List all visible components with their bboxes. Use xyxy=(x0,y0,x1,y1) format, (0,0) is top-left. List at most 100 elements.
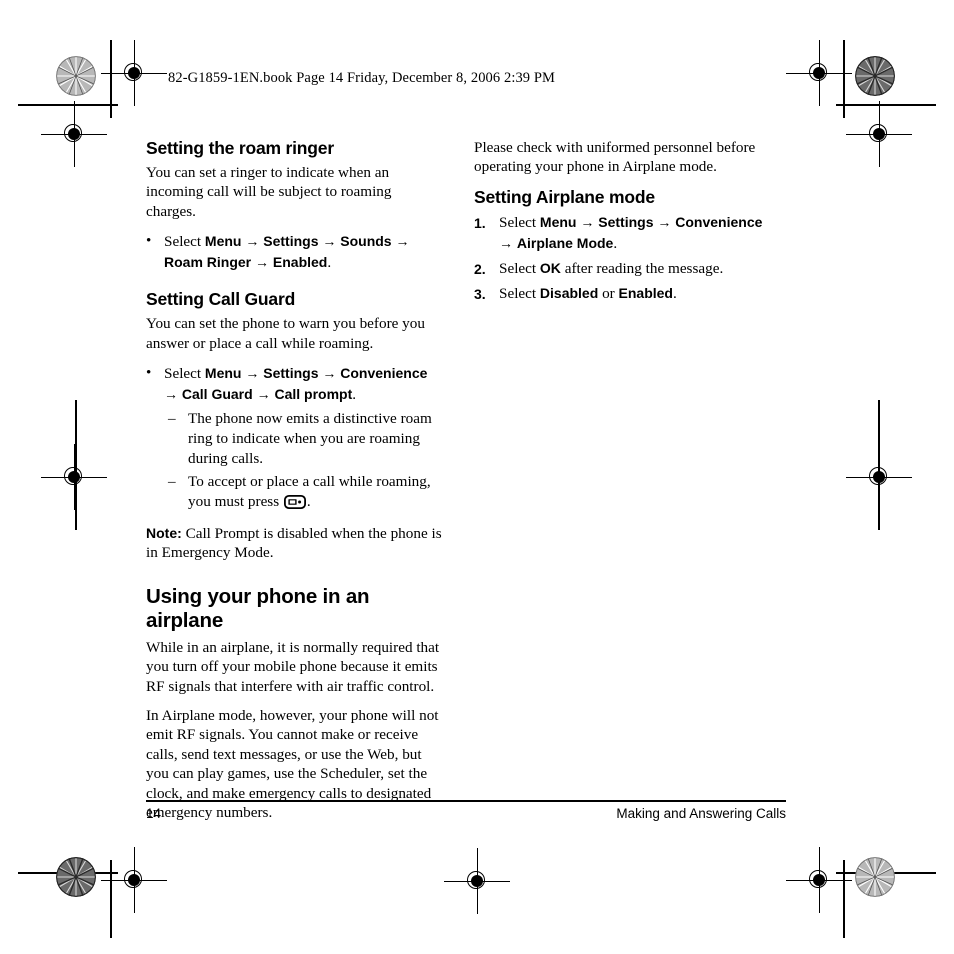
registration-mark-bottom-center xyxy=(444,848,510,914)
dash-icon: – xyxy=(168,410,176,428)
arrow-icon: → xyxy=(657,213,672,230)
arrow-icon: → xyxy=(164,386,178,403)
arrow-icon: → xyxy=(499,234,513,251)
registration-mark-top-left xyxy=(101,40,167,106)
heading-setting-call-guard: Setting Call Guard xyxy=(146,289,296,310)
ui-step-menu: Menu xyxy=(539,213,577,230)
right-column: Please check with uniformed personnel be… xyxy=(474,138,772,307)
ui-step-menu: Menu xyxy=(204,365,242,382)
list-item-trailing: . xyxy=(306,493,311,511)
ui-step-convenience: Convenience xyxy=(675,213,763,230)
note-label: Note: xyxy=(146,525,182,542)
ui-step-airplane-mode: Airplane Mode xyxy=(516,234,614,251)
step-number: 2. xyxy=(474,260,486,277)
arrow-icon: → xyxy=(245,365,260,382)
ui-step-roam-ringer: Roam Ringer xyxy=(164,254,252,271)
step-lead: Select xyxy=(499,213,540,231)
note-block: Note: Call Prompt is disabled when the p… xyxy=(146,524,444,563)
footer-section-title: Making and Answering Calls xyxy=(616,805,786,821)
ui-step-call-guard: Call Guard xyxy=(181,386,253,403)
trim-line-bottom-right xyxy=(836,872,936,874)
ui-step-menu: Menu xyxy=(204,233,242,250)
list-item-step-1: 1. Select Menu → Settings → Convenience … xyxy=(474,212,772,254)
step-lead: Select xyxy=(499,284,540,302)
list-item-text: To accept or place a call while roaming,… xyxy=(188,472,444,512)
registration-mark-left-lower xyxy=(41,444,107,510)
trim-line-bottom xyxy=(18,872,118,874)
step-trailing: . xyxy=(613,234,618,252)
ui-step-disabled: Disabled xyxy=(539,284,599,301)
ui-step-enabled: Enabled xyxy=(272,254,328,271)
registration-mark-bottom-right xyxy=(786,847,852,913)
step-text: Select OK after reading the message. xyxy=(499,258,723,279)
registration-mark-left-upper xyxy=(41,101,107,167)
trim-line-top-right xyxy=(836,104,936,106)
bullet-icon: • xyxy=(146,364,152,382)
dash-icon: – xyxy=(168,473,176,491)
paragraph-uniformed-personnel: Please check with uniformed personnel be… xyxy=(474,139,756,176)
paragraph-airplane-1: While in an airplane, it is normally req… xyxy=(146,638,440,695)
bullet-call-guard-path: • Select Menu → Settings → Convenience →… xyxy=(146,363,444,405)
arrow-icon: → xyxy=(580,213,595,230)
list-item: – To accept or place a call while roamin… xyxy=(168,472,444,512)
step-number: 3. xyxy=(474,285,486,302)
send-key-icon xyxy=(283,495,306,510)
starburst-target-bottom-right xyxy=(855,857,895,897)
step-trailing: . xyxy=(672,284,677,302)
note-text: Call Prompt is disabled when the phone i… xyxy=(146,525,442,562)
ui-step-enabled: Enabled xyxy=(618,284,673,301)
footer-row: 14 Making and Answering Calls xyxy=(146,806,786,821)
trim-line-left xyxy=(110,40,112,118)
step-joiner: or xyxy=(598,284,619,302)
bullet-icon: • xyxy=(146,232,152,250)
arrow-icon: → xyxy=(322,233,337,250)
arrow-icon: → xyxy=(245,233,260,250)
trim-line-mid-left xyxy=(75,400,77,530)
registration-mark-top-right xyxy=(786,40,852,106)
step-number: 1. xyxy=(474,214,486,231)
step-lead: Select xyxy=(499,259,540,277)
bullet-lead: Select xyxy=(164,233,205,251)
arrow-icon: → xyxy=(395,233,410,250)
trim-line-left-lower xyxy=(110,860,112,938)
arrow-icon: → xyxy=(322,365,337,382)
ui-step-settings: Settings xyxy=(263,365,319,382)
starburst-target-top-right xyxy=(855,56,895,96)
list-item: – The phone now emits a distinctive roam… xyxy=(168,409,444,469)
call-guard-sub-list: – The phone now emits a distinctive roam… xyxy=(168,409,444,512)
registration-mark-right-lower xyxy=(846,444,912,510)
left-column: Setting the roam ringer You can set a ri… xyxy=(146,138,444,823)
step-trailing: after reading the message. xyxy=(560,259,724,277)
step-text: Select Disabled or Enabled. xyxy=(499,283,677,304)
trim-line-mid-right xyxy=(878,400,880,530)
list-item-step-3: 3. Select Disabled or Enabled. xyxy=(474,283,772,304)
bullet-text: Select Menu → Settings → Convenience → C… xyxy=(164,363,444,405)
bullet-text: Select Menu → Settings → Sounds → Roam R… xyxy=(164,231,444,273)
ui-step-convenience: Convenience xyxy=(340,365,428,382)
ui-step-ok: OK xyxy=(539,259,561,276)
trim-line-right-lower xyxy=(843,860,845,938)
paragraph-call-guard: You can set the phone to warn you before… xyxy=(146,315,425,352)
trim-line-right xyxy=(843,40,845,118)
heading-using-phone-airplane: Using your phone in an airplane xyxy=(146,584,370,632)
list-item-text: The phone now emits a distinctive roam r… xyxy=(188,410,432,468)
step-text: Select Menu → Settings → Convenience → A… xyxy=(499,212,772,254)
arrow-icon: → xyxy=(255,254,270,271)
page-footer: 14 Making and Answering Calls xyxy=(146,800,786,821)
ui-step-sounds: Sounds xyxy=(340,233,392,250)
heading-setting-airplane-mode: Setting Airplane mode xyxy=(474,186,655,207)
starburst-target-top-left xyxy=(56,56,96,96)
list-item-step-2: 2. Select OK after reading the message. xyxy=(474,258,772,279)
bullet-trailing: . xyxy=(352,386,357,404)
registration-mark-right-upper xyxy=(846,101,912,167)
bullet-trailing: . xyxy=(327,254,332,272)
heading-setting-roam-ringer: Setting the roam ringer xyxy=(146,138,334,158)
ui-step-call-prompt: Call prompt xyxy=(274,386,353,403)
ui-step-settings: Settings xyxy=(263,233,319,250)
paragraph-roam-ringer: You can set a ringer to indicate when an… xyxy=(146,164,392,220)
starburst-target-bottom-left xyxy=(56,857,96,897)
page-number: 14 xyxy=(146,805,162,821)
ui-step-settings: Settings xyxy=(598,213,654,230)
book-header-line: 82-G1859-1EN.book Page 14 Friday, Decemb… xyxy=(168,70,556,86)
bullet-roam-ringer-path: • Select Menu → Settings → Sounds → Roam… xyxy=(146,231,444,273)
